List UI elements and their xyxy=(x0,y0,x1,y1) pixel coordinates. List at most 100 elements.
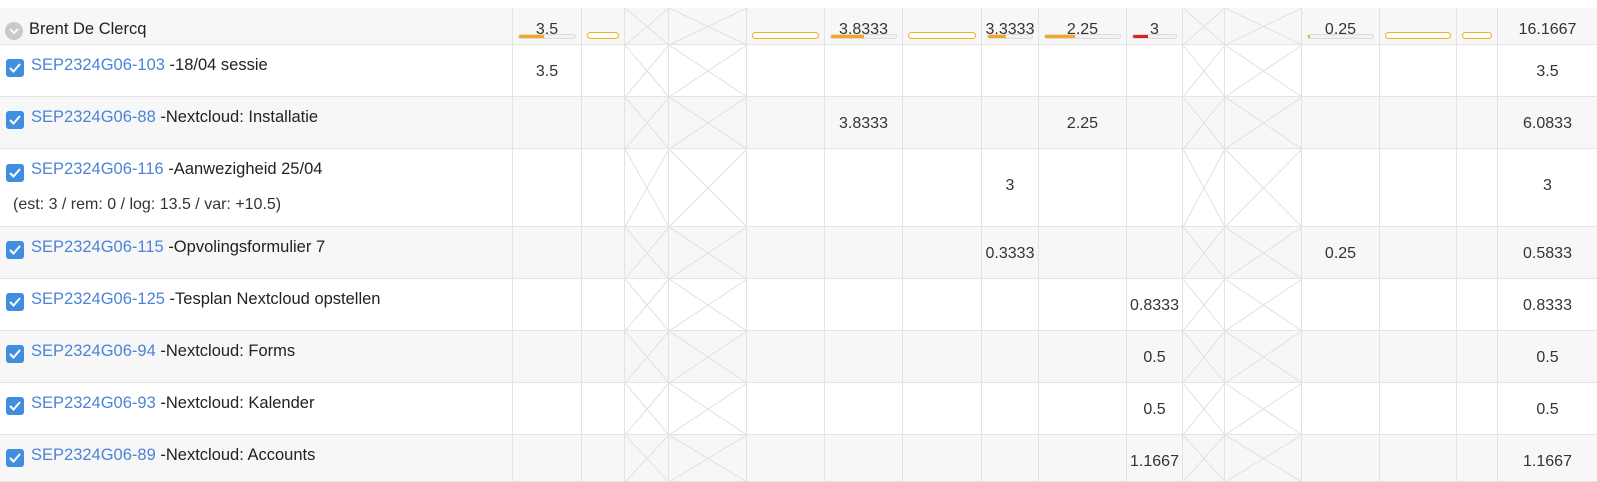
day-cell[interactable] xyxy=(1127,149,1183,226)
issue-key-link[interactable]: SEP2324G06-88 xyxy=(31,108,156,126)
day-cell[interactable] xyxy=(747,331,825,382)
day-cell[interactable] xyxy=(825,45,903,96)
day-cell[interactable] xyxy=(582,97,625,148)
day-cell[interactable] xyxy=(1380,383,1457,434)
day-cell[interactable] xyxy=(825,279,903,330)
day-cell[interactable]: 3 xyxy=(1127,8,1183,44)
day-cell[interactable] xyxy=(903,149,982,226)
day-cell[interactable] xyxy=(582,279,625,330)
day-cell[interactable] xyxy=(1039,227,1127,278)
issue-key-link[interactable]: SEP2324G06-94 xyxy=(31,342,156,360)
checkbox-checked-icon[interactable] xyxy=(6,293,24,311)
day-cell[interactable] xyxy=(1457,97,1498,148)
issue-key-link[interactable]: SEP2324G06-93 xyxy=(31,394,156,412)
day-cell[interactable] xyxy=(982,383,1039,434)
day-cell[interactable] xyxy=(1457,279,1498,330)
day-cell[interactable] xyxy=(1302,149,1380,226)
day-cell[interactable] xyxy=(903,331,982,382)
day-cell[interactable]: 0.5 xyxy=(1127,331,1183,382)
day-cell[interactable] xyxy=(582,383,625,434)
checkbox-checked-icon[interactable] xyxy=(6,164,24,182)
day-cell[interactable] xyxy=(903,435,982,481)
issue-key-link[interactable]: SEP2324G06-115 xyxy=(31,238,164,256)
day-cell[interactable] xyxy=(982,279,1039,330)
day-cell[interactable] xyxy=(582,331,625,382)
day-cell[interactable] xyxy=(1127,45,1183,96)
day-cell[interactable]: 3.3333 xyxy=(982,8,1039,44)
checkbox-checked-icon[interactable] xyxy=(6,449,24,467)
issue-key-link[interactable]: SEP2324G06-89 xyxy=(31,446,156,464)
day-cell[interactable] xyxy=(1380,149,1457,226)
day-cell[interactable] xyxy=(903,97,982,148)
day-cell[interactable] xyxy=(747,279,825,330)
day-cell[interactable] xyxy=(1380,331,1457,382)
day-cell[interactable] xyxy=(747,383,825,434)
day-cell[interactable]: 3 xyxy=(982,149,1039,226)
day-cell[interactable] xyxy=(1302,97,1380,148)
day-cell[interactable] xyxy=(1380,8,1457,44)
day-cell[interactable]: 2.25 xyxy=(1039,8,1127,44)
day-cell[interactable] xyxy=(1457,383,1498,434)
day-cell[interactable] xyxy=(747,435,825,481)
day-cell[interactable] xyxy=(513,227,582,278)
day-cell[interactable] xyxy=(582,227,625,278)
day-cell[interactable] xyxy=(825,227,903,278)
day-cell[interactable] xyxy=(1302,331,1380,382)
day-cell[interactable] xyxy=(903,279,982,330)
checkbox-checked-icon[interactable] xyxy=(6,397,24,415)
day-cell[interactable] xyxy=(903,383,982,434)
issue-key-link[interactable]: SEP2324G06-116 xyxy=(31,160,164,178)
day-cell[interactable] xyxy=(1457,227,1498,278)
checkbox-checked-icon[interactable] xyxy=(6,241,24,259)
day-cell[interactable]: 0.8333 xyxy=(1127,279,1183,330)
day-cell[interactable] xyxy=(825,331,903,382)
day-cell[interactable]: 3.5 xyxy=(513,45,582,96)
day-cell[interactable] xyxy=(513,435,582,481)
day-cell[interactable]: 1.1667 xyxy=(1127,435,1183,481)
day-cell[interactable]: 0.3333 xyxy=(982,227,1039,278)
day-cell[interactable] xyxy=(1380,279,1457,330)
day-cell[interactable] xyxy=(582,45,625,96)
day-cell[interactable] xyxy=(1127,227,1183,278)
day-cell[interactable]: 3.8333 xyxy=(825,97,903,148)
day-cell[interactable] xyxy=(1457,45,1498,96)
day-cell[interactable] xyxy=(747,149,825,226)
day-cell[interactable] xyxy=(747,45,825,96)
day-cell[interactable] xyxy=(747,227,825,278)
issue-key-link[interactable]: SEP2324G06-125 xyxy=(31,290,165,308)
day-cell[interactable] xyxy=(1302,383,1380,434)
day-cell[interactable]: 3.8333 xyxy=(825,8,903,44)
day-cell[interactable] xyxy=(903,45,982,96)
day-cell[interactable] xyxy=(1457,331,1498,382)
day-cell[interactable] xyxy=(1380,97,1457,148)
day-cell[interactable]: 0.25 xyxy=(1302,227,1380,278)
day-cell[interactable] xyxy=(582,435,625,481)
day-cell[interactable] xyxy=(903,227,982,278)
day-cell[interactable]: 0.25 xyxy=(1302,8,1380,44)
day-cell[interactable]: 0.5 xyxy=(1127,383,1183,434)
day-cell[interactable] xyxy=(582,8,625,44)
day-cell[interactable] xyxy=(747,97,825,148)
day-cell[interactable] xyxy=(1039,279,1127,330)
day-cell[interactable] xyxy=(1302,45,1380,96)
day-cell[interactable] xyxy=(903,8,982,44)
day-cell[interactable] xyxy=(513,383,582,434)
day-cell[interactable] xyxy=(513,97,582,148)
day-cell[interactable] xyxy=(1039,45,1127,96)
day-cell[interactable] xyxy=(513,331,582,382)
day-cell[interactable] xyxy=(982,435,1039,481)
checkbox-checked-icon[interactable] xyxy=(6,111,24,129)
day-cell[interactable] xyxy=(1039,331,1127,382)
day-cell[interactable] xyxy=(1457,149,1498,226)
day-cell[interactable] xyxy=(1302,279,1380,330)
day-cell[interactable] xyxy=(982,331,1039,382)
day-cell[interactable] xyxy=(747,8,825,44)
day-cell[interactable] xyxy=(513,279,582,330)
checkbox-checked-icon[interactable] xyxy=(6,345,24,363)
issue-key-link[interactable]: SEP2324G06-103 xyxy=(31,56,165,74)
day-cell[interactable] xyxy=(1039,149,1127,226)
day-cell[interactable] xyxy=(513,149,582,226)
day-cell[interactable]: 3.5 xyxy=(513,8,582,44)
day-cell[interactable] xyxy=(1039,435,1127,481)
day-cell[interactable] xyxy=(1127,97,1183,148)
